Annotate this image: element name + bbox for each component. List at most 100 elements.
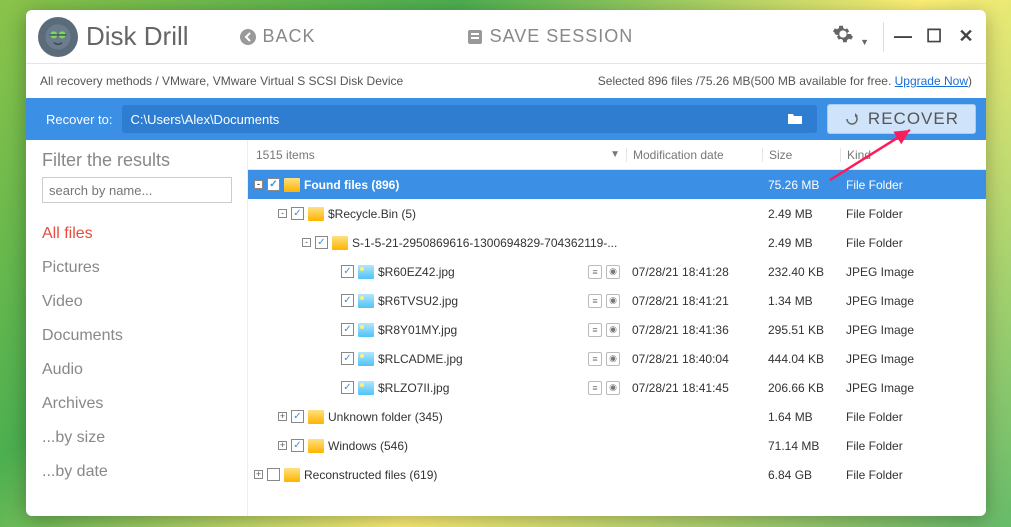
expand-toggle[interactable]: +: [254, 470, 263, 479]
browse-folder-button[interactable]: [781, 111, 809, 128]
row-checkbox[interactable]: [267, 178, 280, 191]
table-row[interactable]: $R60EZ42.jpg≡◉07/28/21 18:41:28232.40 KB…: [248, 257, 986, 286]
preview-icon[interactable]: ◉: [606, 294, 620, 308]
cell-size: 1.64 MB: [762, 410, 840, 424]
cell-kind: File Folder: [840, 468, 986, 482]
sidebar-cat--by-date[interactable]: ...by date: [42, 455, 247, 489]
cell-mod-date: 07/28/21 18:41:21: [626, 294, 762, 308]
info-icon[interactable]: ≡: [588, 352, 602, 366]
image-file-icon: [358, 323, 374, 337]
settings-button[interactable]: ▼: [832, 23, 869, 50]
cell-size: 2.49 MB: [762, 236, 840, 250]
info-icon[interactable]: ≡: [588, 265, 602, 279]
breadcrumb[interactable]: All recovery methods / VMware, VMware Vi…: [40, 74, 403, 88]
info-icon[interactable]: ≡: [588, 381, 602, 395]
cell-kind: File Folder: [840, 439, 986, 453]
recover-to-label: Recover to:: [46, 112, 112, 127]
app-title: Disk Drill: [86, 21, 189, 52]
table-row[interactable]: $RLCADME.jpg≡◉07/28/21 18:40:04444.04 KB…: [248, 344, 986, 373]
image-file-icon: [358, 352, 374, 366]
table-row[interactable]: $R8Y01MY.jpg≡◉07/28/21 18:41:36295.51 KB…: [248, 315, 986, 344]
folder-icon: [308, 410, 324, 424]
row-checkbox[interactable]: [341, 352, 354, 365]
file-name: $R6TVSU2.jpg: [378, 294, 458, 308]
cell-size: 295.51 KB: [762, 323, 840, 337]
minimize-button[interactable]: —: [894, 26, 910, 47]
search-input[interactable]: [42, 177, 232, 203]
cell-mod-date: 07/28/21 18:41:28: [626, 265, 762, 279]
cell-size: 444.04 KB: [762, 352, 840, 366]
table-row[interactable]: +Reconstructed files (619)6.84 GBFile Fo…: [248, 460, 986, 489]
table-row[interactable]: -$Recycle.Bin (5)2.49 MBFile Folder: [248, 199, 986, 228]
table-row[interactable]: - S-1-5-21-2950869616-1300694829-70436211…: [248, 228, 986, 257]
preview-icon[interactable]: ◉: [606, 323, 620, 337]
row-checkbox[interactable]: [341, 265, 354, 278]
info-icon[interactable]: ≡: [588, 323, 602, 337]
row-checkbox[interactable]: [341, 381, 354, 394]
row-checkbox[interactable]: [291, 410, 304, 423]
sub-bar: All recovery methods / VMware, VMware Vi…: [26, 64, 986, 98]
sidebar-cat-pictures[interactable]: Pictures: [42, 251, 247, 285]
sidebar-cat--by-size[interactable]: ...by size: [42, 421, 247, 455]
cell-size: 6.84 GB: [762, 468, 840, 482]
folder-icon: [284, 178, 300, 192]
expand-toggle[interactable]: +: [278, 412, 287, 421]
table-row[interactable]: +Windows (546)71.14 MBFile Folder: [248, 431, 986, 460]
preview-icon[interactable]: ◉: [606, 381, 620, 395]
col-size[interactable]: Size: [762, 148, 840, 162]
sidebar-cat-audio[interactable]: Audio: [42, 353, 247, 387]
file-tree[interactable]: -Found files (896)75.26 MBFile Folder-$R…: [248, 170, 986, 516]
selection-summary: Selected 896 files /75.26 MB(500 MB avai…: [598, 74, 972, 88]
save-session-label: SAVE SESSION: [490, 26, 634, 47]
cell-mod-date: 07/28/21 18:41:36: [626, 323, 762, 337]
table-row[interactable]: -Found files (896)75.26 MBFile Folder: [248, 170, 986, 199]
row-checkbox[interactable]: [267, 468, 280, 481]
table-row[interactable]: $RLZO7II.jpg≡◉07/28/21 18:41:45206.66 KB…: [248, 373, 986, 402]
close-button[interactable]: ✕: [958, 26, 974, 47]
sidebar-cat-documents[interactable]: Documents: [42, 319, 247, 353]
cell-kind: JPEG Image: [840, 265, 986, 279]
row-checkbox[interactable]: [291, 207, 304, 220]
expand-toggle[interactable]: -: [302, 238, 311, 247]
table-row[interactable]: +Unknown folder (345)1.64 MBFile Folder: [248, 402, 986, 431]
sidebar-cat-video[interactable]: Video: [42, 285, 247, 319]
preview-icon[interactable]: ◉: [606, 352, 620, 366]
chevron-down-icon: ▼: [860, 37, 869, 47]
expand-toggle[interactable]: +: [278, 441, 287, 450]
expand-toggle[interactable]: -: [254, 180, 263, 189]
info-icon[interactable]: ≡: [588, 294, 602, 308]
sort-dropdown-icon[interactable]: ▼: [610, 149, 620, 160]
upgrade-now-link[interactable]: Upgrade Now: [895, 74, 968, 88]
image-file-icon: [358, 294, 374, 308]
col-kind[interactable]: Kind: [840, 148, 986, 162]
recover-path-input[interactable]: C:\Users\Alex\Documents: [122, 105, 816, 133]
row-checkbox[interactable]: [315, 236, 328, 249]
cell-size: 206.66 KB: [762, 381, 840, 395]
file-name: $RLCADME.jpg: [378, 352, 463, 366]
back-arrow-icon: [239, 28, 257, 46]
folder-icon: [308, 439, 324, 453]
window-controls: — ☐ ✕: [894, 26, 974, 47]
row-checkbox[interactable]: [341, 323, 354, 336]
table-row[interactable]: $R6TVSU2.jpg≡◉07/28/21 18:41:211.34 MBJP…: [248, 286, 986, 315]
column-headers: 1515 items▼ Modification date Size Kind: [248, 140, 986, 170]
expand-toggle[interactable]: -: [278, 209, 287, 218]
app-logo: [38, 17, 78, 57]
col-modification-date[interactable]: Modification date: [626, 148, 762, 162]
back-button[interactable]: BACK: [229, 22, 326, 51]
recover-button[interactable]: RECOVER: [827, 104, 976, 134]
sidebar-cat-all-files[interactable]: All files: [42, 217, 247, 251]
back-label: BACK: [263, 26, 316, 47]
sidebar-cat-archives[interactable]: Archives: [42, 387, 247, 421]
maximize-button[interactable]: ☐: [926, 26, 942, 47]
save-session-button[interactable]: SAVE SESSION: [456, 22, 644, 51]
row-checkbox[interactable]: [291, 439, 304, 452]
save-icon: [466, 28, 484, 46]
col-items[interactable]: 1515 items▼: [248, 148, 626, 162]
file-name: $R60EZ42.jpg: [378, 265, 455, 279]
file-name: S-1-5-21-2950869616-1300694829-704362119…: [352, 236, 617, 250]
file-name: Found files (896): [304, 178, 399, 192]
row-checkbox[interactable]: [341, 294, 354, 307]
preview-icon[interactable]: ◉: [606, 265, 620, 279]
filter-title: Filter the results: [42, 150, 247, 171]
